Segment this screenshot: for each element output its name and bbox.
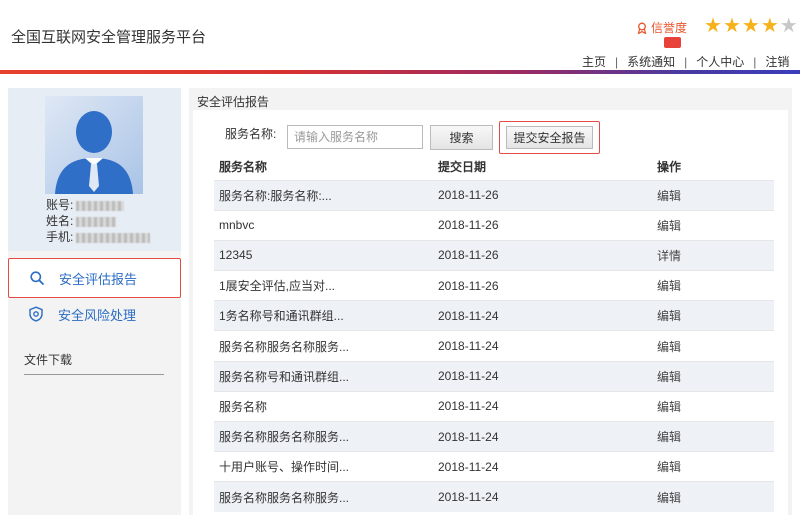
action-link[interactable]: 编辑 (652, 179, 774, 211)
service-name-cell: 1展安全评估,应当对... (214, 270, 433, 301)
action-link[interactable]: 编辑 (652, 420, 774, 452)
column-header-date: 提交日期 (433, 154, 652, 180)
notification-badge (664, 37, 681, 48)
nav-separator: | (684, 54, 688, 69)
panel-body: 服务名称: 搜索 提交安全报告 服务名称 提交日期 操作 服务名称:服务名称:.… (193, 110, 788, 515)
column-header-action: 操作 (652, 154, 774, 180)
search-input[interactable] (287, 125, 423, 149)
phone-value-blurred (76, 232, 151, 243)
nav-personal-center[interactable]: 个人中心 (696, 53, 744, 70)
sidebar-item-label: 安全风险处理 (58, 307, 137, 323)
sidebar: 账号: 姓名: 手机: 安全评估报告 安全风险处理 文件下载 (8, 88, 181, 515)
main-panel: 安全评估报告 服务名称: 搜索 提交安全报告 服务名称 提交日期 操作 服务名称… (189, 88, 792, 515)
table-header-row: 服务名称 提交日期 操作 (214, 154, 774, 180)
submit-date-cell: 2018-11-24 (433, 420, 652, 452)
table-row: 服务名称服务名称服务... 2018-11-24 编辑 (214, 481, 774, 513)
account-value-blurred (76, 200, 125, 211)
header-accent-bar (0, 70, 800, 74)
star-icon: ★ (704, 15, 722, 37)
star-icon: ★ (779, 15, 798, 37)
action-link[interactable]: 编辑 (652, 360, 774, 392)
rating-stars: ★ ★ ★ ★ ★ (704, 16, 798, 36)
column-header-name: 服务名称 (214, 154, 433, 180)
phone-label: 手机: (46, 230, 74, 244)
service-name-cell: 服务名称:服务名称:... (214, 179, 433, 211)
submit-date-cell: 2018-11-24 (433, 390, 652, 422)
service-name-cell: 1务名称号和通讯群组... (214, 300, 433, 331)
service-name-label: 服务名称: (225, 127, 277, 141)
submit-date-cell: 2018-11-24 (433, 300, 652, 331)
action-link[interactable]: 编辑 (652, 451, 774, 482)
sidebar-item-risk-handling[interactable]: 安全风险处理 (8, 296, 181, 332)
submit-date-cell: 2018-11-24 (433, 330, 652, 362)
submit-date-cell: 2018-11-26 (433, 239, 652, 271)
service-name-cell: 十用户账号、操作时间... (214, 451, 433, 482)
search-input-wrap (287, 125, 423, 149)
top-nav: 主页 | 系统通知 | 个人中心 | 注销 (582, 53, 789, 70)
credit-label: 信誉度 (651, 21, 688, 35)
service-name-cell: 服务名称服务名称服务... (214, 481, 433, 513)
award-icon (637, 22, 647, 34)
search-button[interactable]: 搜索 (430, 125, 493, 150)
file-download-link[interactable]: 文件下载 (24, 351, 164, 375)
top-header: 全国互联网安全管理服务平台 信誉度 ★ ★ ★ ★ ★ 主页 | 系统通知 | 个人中心… (0, 0, 800, 74)
search-icon (30, 271, 44, 285)
table-row: mnbvc 2018-11-26 编辑 (214, 209, 774, 241)
action-link[interactable]: 编辑 (652, 270, 774, 301)
shield-icon (29, 306, 43, 322)
service-name-cell: mnbvc (214, 209, 433, 241)
nav-separator: | (615, 54, 619, 69)
name-label: 姓名: (46, 214, 74, 228)
nav-logout[interactable]: 注销 (765, 53, 789, 70)
name-row: 姓名: (46, 212, 117, 229)
service-name-cell: 服务名称号和通讯群组... (214, 360, 433, 392)
app-title: 全国互联网安全管理服务平台 (11, 29, 207, 46)
name-value-blurred (76, 216, 117, 227)
submit-date-cell: 2018-11-24 (433, 360, 652, 392)
sidebar-item-label: 安全评估报告 (59, 271, 138, 287)
submit-date-cell: 2018-11-24 (433, 481, 652, 513)
table-row: 1务名称号和通讯群组... 2018-11-24 编辑 (214, 300, 774, 331)
submit-date-cell: 2018-11-26 (433, 209, 652, 241)
star-icon: ★ (741, 15, 760, 37)
table-row: 服务名称服务名称服务... 2018-11-24 编辑 (214, 420, 774, 452)
service-name-cell: 12345 (214, 239, 433, 271)
nav-notifications[interactable]: 系统通知 (627, 53, 675, 70)
sidebar-item-security-report[interactable]: 安全评估报告 (8, 258, 181, 298)
table-row: 12345 2018-11-26 详情 (214, 239, 774, 271)
action-link[interactable]: 编辑 (652, 481, 774, 513)
table-row: 服务名称服务名称服务... 2018-11-24 编辑 (214, 330, 774, 362)
service-name-cell: 服务名称服务名称服务... (214, 420, 433, 452)
panel-title: 安全评估报告 (197, 95, 270, 109)
nav-home[interactable]: 主页 (582, 53, 606, 70)
action-link[interactable]: 编辑 (652, 390, 774, 422)
action-link[interactable]: 编辑 (652, 330, 774, 362)
table-row: 服务名称:服务名称:... 2018-11-26 编辑 (214, 179, 774, 211)
submit-date-cell: 2018-11-26 (433, 270, 652, 301)
action-link[interactable]: 编辑 (652, 209, 774, 241)
account-row: 账号: (46, 196, 125, 213)
avatar (45, 96, 143, 194)
table-row: 服务名称 2018-11-24 编辑 (214, 390, 774, 422)
service-name-cell: 服务名称 (214, 390, 433, 422)
action-link[interactable]: 编辑 (652, 300, 774, 331)
service-name-cell: 服务名称服务名称服务... (214, 330, 433, 362)
table-row: 1展安全评估,应当对... 2018-11-26 编辑 (214, 270, 774, 301)
profile-card: 账号: 姓名: 手机: (8, 88, 181, 251)
credit-rating: 信誉度 (636, 19, 687, 36)
star-icon: ★ (760, 15, 779, 37)
submit-report-button-frame[interactable]: 提交安全报告 (499, 121, 600, 154)
account-label: 账号: (46, 198, 74, 212)
submit-date-cell: 2018-11-24 (433, 451, 652, 482)
star-icon: ★ (722, 15, 741, 37)
nav-separator: | (753, 54, 757, 69)
action-link[interactable]: 详情 (652, 239, 774, 271)
submit-report-button[interactable]: 提交安全报告 (506, 126, 593, 149)
table-row: 服务名称号和通讯群组... 2018-11-24 编辑 (214, 360, 774, 392)
phone-row: 手机: (46, 228, 151, 245)
table-row: 十用户账号、操作时间... 2018-11-24 编辑 (214, 451, 774, 482)
reports-table: 服务名称 提交日期 操作 服务名称:服务名称:... 2018-11-26 编辑 mn… (214, 154, 774, 513)
submit-date-cell: 2018-11-26 (433, 179, 652, 211)
